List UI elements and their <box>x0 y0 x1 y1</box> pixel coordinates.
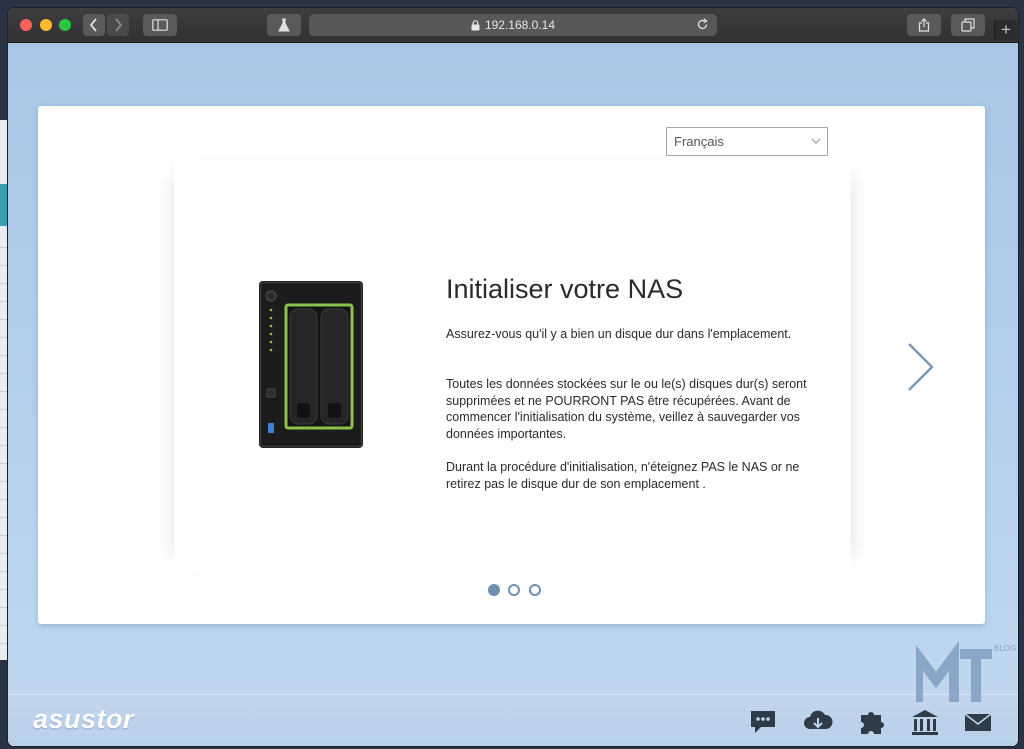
next-slide-button[interactable] <box>905 342 935 392</box>
url-text: 192.168.0.14 <box>484 18 556 32</box>
instruction-paragraph-1: Assurez-vous qu'il y a bien un disque du… <box>446 327 792 341</box>
back-button[interactable] <box>83 14 105 36</box>
tabs-icon <box>961 18 975 32</box>
chevron-right-icon <box>115 18 123 32</box>
flask-icon <box>278 18 290 32</box>
minimize-window-button[interactable] <box>40 19 52 31</box>
bank-icon[interactable] <box>909 707 941 737</box>
tabs-overview-button[interactable] <box>951 14 985 36</box>
page-title: Initialiser votre NAS <box>446 274 684 304</box>
chevron-right-icon <box>908 343 934 391</box>
pagination-dot-2[interactable] <box>508 584 520 596</box>
nas-device-image <box>259 281 363 448</box>
blog-watermark: BLOG <box>913 640 1016 703</box>
chat-icon[interactable] <box>749 707 781 737</box>
taskbar: asustor <box>8 694 1018 746</box>
forward-button[interactable] <box>107 14 129 36</box>
chevron-left-icon <box>89 18 97 32</box>
flask-button[interactable] <box>267 14 301 36</box>
cloud-download-icon[interactable] <box>802 707 834 737</box>
puzzle-icon[interactable] <box>856 707 888 737</box>
reload-icon[interactable] <box>696 18 709 31</box>
address-bar[interactable]: 192.168.0.14 <box>309 14 717 36</box>
watermark-text: BLOG <box>994 644 1017 653</box>
zoom-window-button[interactable] <box>59 19 71 31</box>
sidebar-toggle-button[interactable] <box>143 14 177 36</box>
share-icon <box>918 18 930 32</box>
instruction-paragraph-2: Toutes les données stockées sur le ou le… <box>446 377 807 441</box>
pagination-dot-3[interactable] <box>529 584 541 596</box>
mail-icon[interactable] <box>962 707 994 737</box>
share-button[interactable] <box>907 14 941 36</box>
lock-icon <box>471 19 480 30</box>
pagination-dot-1[interactable] <box>488 584 500 596</box>
watermark-logo-icon <box>913 641 992 702</box>
setup-card: Français Initialiser votre NAS Assurez-v… <box>38 106 985 624</box>
close-window-button[interactable] <box>20 19 32 31</box>
language-select[interactable]: Français <box>666 127 828 156</box>
chevron-down-icon <box>811 138 821 144</box>
sidebar-icon <box>152 19 168 31</box>
browser-window: 192.168.0.14 + Français Initialiser votr… <box>8 8 1018 746</box>
language-select-value: Français <box>674 134 724 149</box>
new-tab-button[interactable]: + <box>994 20 1017 40</box>
slide-pagination <box>488 584 542 598</box>
page-content: Français Initialiser votre NAS Assurez-v… <box>8 43 1018 746</box>
instruction-paragraph-3: Durant la procédure d'initialisation, n'… <box>446 460 800 491</box>
browser-toolbar: 192.168.0.14 + <box>8 8 1018 43</box>
asustor-logo: asustor <box>33 704 135 734</box>
